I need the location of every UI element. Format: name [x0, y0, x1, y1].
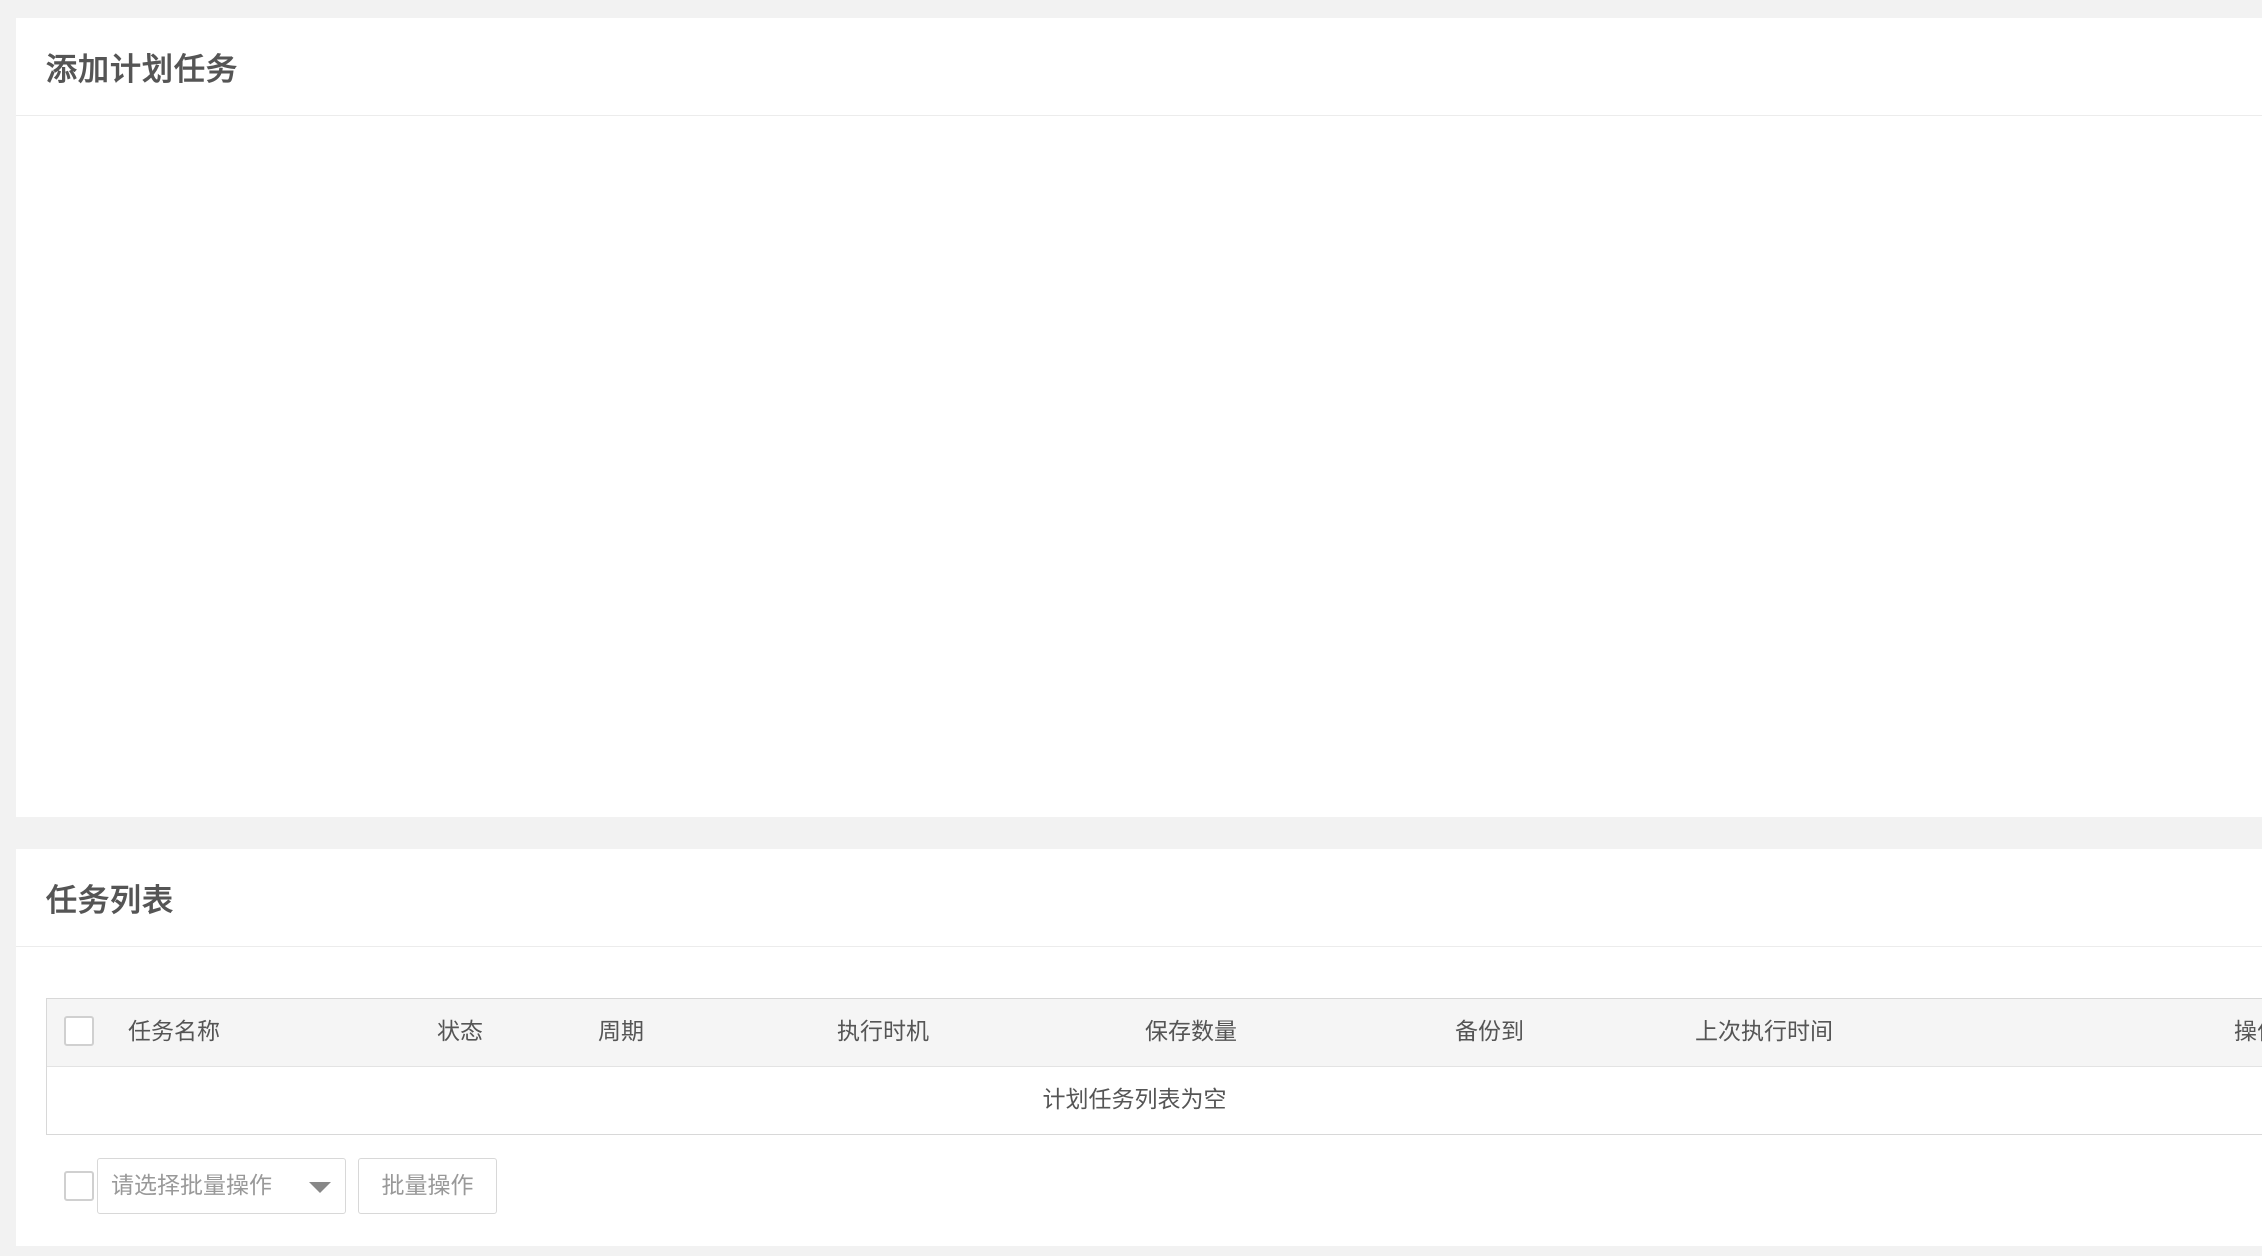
select-all-checkbox[interactable] [64, 1016, 94, 1046]
column-header-retention-count[interactable]: 保存数量 [1145, 999, 1237, 1066]
column-header-last-run-time[interactable]: 上次执行时间 [1695, 999, 1833, 1066]
select-all-bottom-checkbox[interactable] [64, 1171, 94, 1201]
task-list-panel: 任务列表 任务名称 状态 周期 执行时机 保存数量 备份到 上次执行时间 操作 … [16, 849, 2262, 1246]
task-table: 任务名称 状态 周期 执行时机 保存数量 备份到 上次执行时间 操作 计划任务列… [46, 998, 2262, 1135]
add-task-title: 添加计划任务 [46, 52, 238, 88]
column-header-cycle[interactable]: 周期 [598, 999, 644, 1066]
caret-down-icon [309, 1182, 331, 1193]
batch-action-select[interactable]: 请选择批量操作 [97, 1158, 346, 1214]
add-task-panel: 添加计划任务 [16, 18, 2262, 817]
column-header-actions: 操作 [2234, 1019, 2262, 1045]
batch-action-select-placeholder: 请选择批量操作 [111, 1173, 272, 1199]
column-header-task-name[interactable]: 任务名称 [128, 999, 220, 1066]
column-header-backup-to[interactable]: 备份到 [1455, 999, 1524, 1066]
task-table-header: 任务名称 状态 周期 执行时机 保存数量 备份到 上次执行时间 操作 [47, 999, 2262, 1067]
add-task-header: 添加计划任务 [16, 18, 2262, 116]
column-header-execution-timing[interactable]: 执行时机 [837, 999, 929, 1066]
empty-table-message: 计划任务列表为空 [1042, 1087, 1227, 1113]
column-header-status[interactable]: 状态 [437, 999, 483, 1066]
task-list-header: 任务列表 [16, 849, 2262, 947]
add-task-form-area [16, 116, 2262, 816]
batch-action-bar: 请选择批量操作 批量操作 [46, 1158, 746, 1214]
batch-action-button[interactable]: 批量操作 [358, 1158, 497, 1214]
task-list-title: 任务列表 [46, 883, 174, 919]
